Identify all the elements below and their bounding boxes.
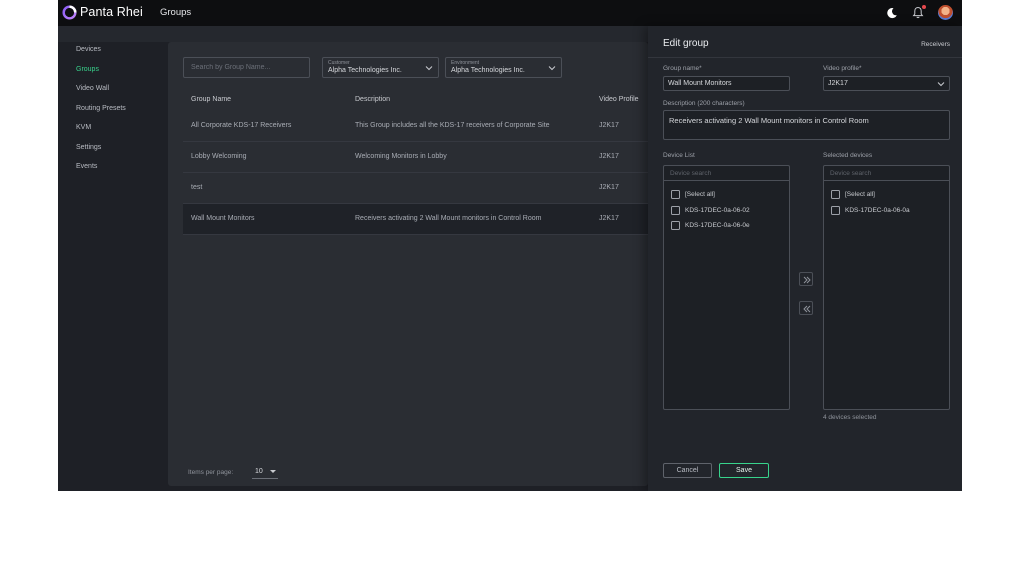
column-header-group-name[interactable]: Group Name: [191, 96, 231, 103]
group-name-cell: Lobby Welcoming: [191, 153, 247, 160]
top-bar: Panta Rhei Groups: [58, 0, 962, 26]
sidebar-item-routing-presets[interactable]: Routing Presets: [76, 105, 126, 112]
environment-dropdown[interactable]: Environment Alpha Technologies Inc.: [445, 57, 562, 78]
group-name-cell: All Corporate KDS-17 Receivers: [191, 122, 292, 129]
app-window: Panta Rhei Groups Devices Groups Video W…: [58, 0, 962, 491]
moon-icon[interactable]: [886, 7, 898, 19]
selected-devices-label: Selected devices: [823, 152, 873, 159]
column-header-description[interactable]: Description: [355, 96, 390, 103]
group-name-label: Group name*: [663, 65, 702, 72]
avatar[interactable]: [938, 5, 953, 20]
description-cell: Welcoming Monitors in Lobby: [355, 153, 447, 160]
group-search-input[interactable]: [183, 57, 310, 78]
groups-panel: Customer Alpha Technologies Inc. Environ…: [168, 42, 648, 486]
table-row[interactable]: Lobby Welcoming Welcoming Monitors in Lo…: [183, 142, 648, 173]
description-cell: This Group includes all the KDS-17 recei…: [355, 122, 550, 129]
move-left-button[interactable]: [799, 301, 813, 315]
device-search-placeholder: Device search: [830, 170, 872, 177]
device-label: KDS-17DEC-0a-06-0e: [685, 222, 750, 229]
chevron-down-icon: [425, 66, 433, 71]
selected-devices-list: Device search [Select all] KDS-17DEC-0a-…: [823, 165, 950, 410]
device-label: [Select all]: [845, 191, 875, 198]
environment-value: Alpha Technologies Inc.: [451, 67, 525, 74]
cancel-button[interactable]: Cancel: [663, 463, 712, 478]
items-per-page-select[interactable]: 10: [252, 465, 278, 479]
chevron-down-icon: [548, 66, 556, 71]
customer-value: Alpha Technologies Inc.: [328, 67, 402, 74]
items-per-page-value: 10: [255, 468, 263, 475]
table-row[interactable]: test J2K17: [183, 173, 648, 204]
caret-down-icon: [270, 470, 276, 473]
table-row-selected[interactable]: Wall Mount Monitors Receivers activating…: [183, 204, 648, 235]
checkbox[interactable]: [671, 206, 680, 215]
video-profile-cell: J2K17: [599, 122, 619, 129]
table-row[interactable]: All Corporate KDS-17 Receivers This Grou…: [183, 111, 648, 142]
group-name-cell: test: [191, 184, 203, 191]
save-button[interactable]: Save: [719, 463, 769, 478]
selected-search-input[interactable]: Device search: [824, 166, 949, 181]
divider: [648, 57, 962, 58]
device-label: KDS-17DEC-0a-06-0a: [845, 207, 910, 214]
device-label: [Select all]: [685, 191, 715, 198]
panta-rhei-logo: [62, 5, 77, 20]
brand-name: Panta Rhei: [80, 5, 143, 19]
page-title: Groups: [160, 7, 192, 18]
customer-label: Customer: [328, 60, 350, 66]
chevron-down-icon: [937, 82, 945, 87]
column-header-video-profile[interactable]: Video Profile: [599, 96, 639, 103]
sidebar: Devices Groups Video Wall Routing Preset…: [58, 42, 168, 491]
video-profile-cell: J2K17: [599, 215, 619, 222]
checkbox[interactable]: [671, 190, 680, 199]
device-list-label: Device List: [663, 152, 695, 159]
checkbox[interactable]: [831, 190, 840, 199]
video-profile-cell: J2K17: [599, 153, 619, 160]
drawer-title: Edit group: [663, 38, 709, 49]
environment-label: Environment: [451, 60, 480, 66]
group-name-field[interactable]: Wall Mount Monitors: [663, 76, 790, 91]
edit-group-drawer: Edit group Receivers Group name* Wall Mo…: [648, 26, 962, 491]
selected-count: 4 devices selected: [823, 414, 877, 421]
sidebar-item-video-wall[interactable]: Video Wall: [76, 85, 109, 92]
description-value: Receivers activating 2 Wall Mount monito…: [669, 116, 869, 125]
video-profile-value: J2K17: [828, 80, 848, 87]
group-name-value: Wall Mount Monitors: [668, 80, 732, 87]
items-per-page-label: Items per page:: [188, 469, 234, 476]
checkbox[interactable]: [831, 206, 840, 215]
video-profile-cell: J2K17: [599, 184, 619, 191]
video-profile-label: Video profile*: [823, 65, 862, 72]
customer-dropdown[interactable]: Customer Alpha Technologies Inc.: [322, 57, 439, 78]
device-label: KDS-17DEC-0a-06-02: [685, 207, 750, 214]
move-right-button[interactable]: [799, 272, 813, 286]
sidebar-item-devices[interactable]: Devices: [76, 46, 101, 53]
sidebar-item-groups[interactable]: Groups: [76, 66, 99, 73]
sidebar-item-events[interactable]: Events: [76, 163, 97, 170]
device-list: Device search [Select all] KDS-17DEC-0a-…: [663, 165, 790, 410]
checkbox[interactable]: [671, 221, 680, 230]
description-textarea[interactable]: Receivers activating 2 Wall Mount monito…: [663, 110, 950, 140]
device-search-placeholder: Device search: [670, 170, 712, 177]
notification-badge: [922, 5, 926, 9]
description-cell: Receivers activating 2 Wall Mount monito…: [355, 215, 542, 222]
tab-receivers[interactable]: Receivers: [921, 41, 950, 48]
video-profile-select[interactable]: J2K17: [823, 76, 950, 91]
group-name-cell: Wall Mount Monitors: [191, 215, 255, 222]
device-search-input[interactable]: Device search: [664, 166, 789, 181]
double-chevron-right-icon: [803, 276, 811, 284]
double-chevron-left-icon: [803, 305, 811, 313]
description-label: Description (200 characters): [663, 100, 745, 107]
sidebar-item-kvm[interactable]: KVM: [76, 124, 91, 131]
sidebar-item-settings[interactable]: Settings: [76, 144, 101, 151]
